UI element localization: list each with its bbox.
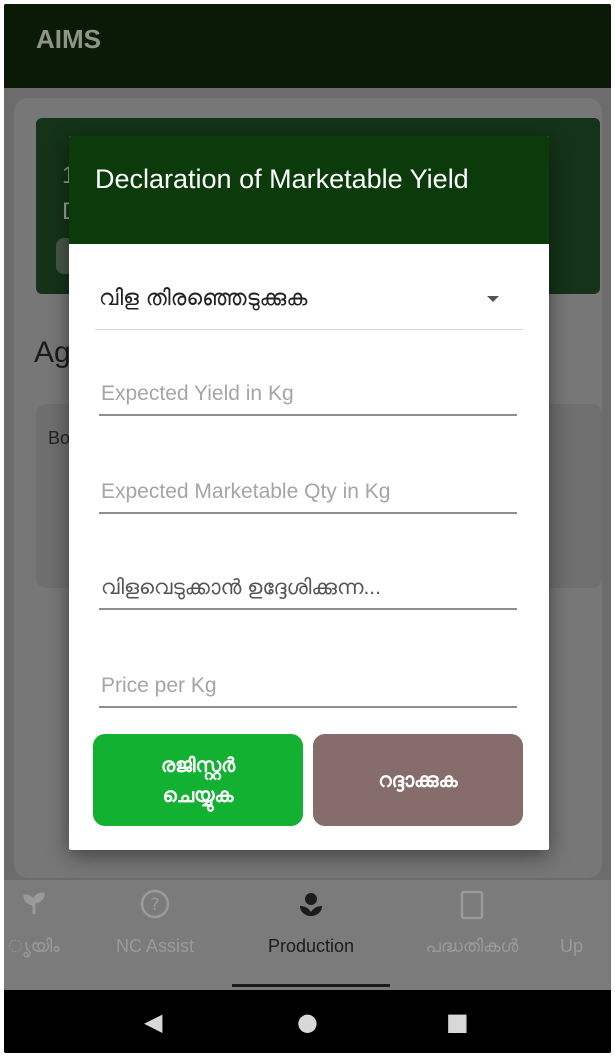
active-tab-indicator bbox=[232, 984, 390, 987]
expected-marketable-qty-input[interactable] bbox=[99, 472, 517, 514]
phone-screen: AIMS 1 D Ag Bo ൃയിം ? bbox=[4, 4, 611, 1053]
register-button[interactable]: രജിസ്റ്റർ ചെയ്യുക bbox=[93, 734, 303, 826]
nav-label-krishi: ൃയിം bbox=[8, 936, 60, 956]
upload-icon bbox=[560, 888, 611, 926]
dropdown-caret-icon bbox=[487, 296, 499, 302]
system-navigation-bar: ◀ ● ■ bbox=[4, 990, 611, 1053]
harvest-date-input[interactable] bbox=[99, 568, 517, 610]
plant-icon bbox=[232, 888, 390, 926]
dialog-title: Declaration of Marketable Yield bbox=[95, 164, 469, 194]
background-section-title: Ag bbox=[34, 336, 71, 369]
cancel-button[interactable]: റദ്ദാക്കുക bbox=[313, 734, 523, 826]
sprout-icon bbox=[4, 888, 70, 926]
nav-item-nc-assist[interactable]: ? NC Assist bbox=[100, 888, 210, 957]
clipboard-icon bbox=[402, 888, 542, 926]
register-button-label: രജിസ്റ്റർ ചെയ്യുക bbox=[160, 753, 236, 807]
nav-label-nc-assist: NC Assist bbox=[115, 936, 194, 956]
dialog-header: Declaration of Marketable Yield bbox=[69, 136, 549, 244]
cancel-button-label: റദ്ദാക്കുക bbox=[378, 768, 458, 792]
svg-text:?: ? bbox=[150, 895, 159, 915]
nav-item-upload[interactable]: Up bbox=[560, 888, 611, 957]
app-title: AIMS bbox=[36, 24, 101, 54]
crop-select-dropdown[interactable]: വിള തിരഞ്ഞെടുക്കുക bbox=[95, 280, 523, 330]
help-circle-icon: ? bbox=[100, 888, 210, 926]
price-per-kg-input[interactable] bbox=[99, 666, 517, 708]
marketable-yield-dialog: Declaration of Marketable Yield വിള തിരഞ… bbox=[69, 136, 549, 850]
expected-yield-input[interactable] bbox=[99, 374, 517, 416]
home-icon[interactable]: ● bbox=[297, 1010, 318, 1034]
bottom-navigation: ൃയിം ? NC Assist Production പദ്ധതികൾ Up bbox=[4, 880, 611, 990]
nav-label-production: Production bbox=[267, 936, 355, 956]
app-bar: AIMS bbox=[4, 4, 611, 88]
crop-select-label: വിള തിരഞ്ഞെടുക്കുക bbox=[99, 286, 308, 311]
recents-icon[interactable]: ■ bbox=[446, 1010, 469, 1034]
back-icon[interactable]: ◀ bbox=[144, 1010, 162, 1034]
nav-item-production[interactable]: Production bbox=[232, 888, 390, 957]
nav-label-upload: Up bbox=[560, 936, 584, 956]
nav-item-krishi[interactable]: ൃയിം bbox=[4, 888, 70, 957]
nav-label-schemes: പദ്ധതികൾ bbox=[425, 936, 519, 956]
nav-item-schemes[interactable]: പദ്ധതികൾ bbox=[402, 888, 542, 957]
background-inner-text: Bo bbox=[48, 428, 71, 448]
